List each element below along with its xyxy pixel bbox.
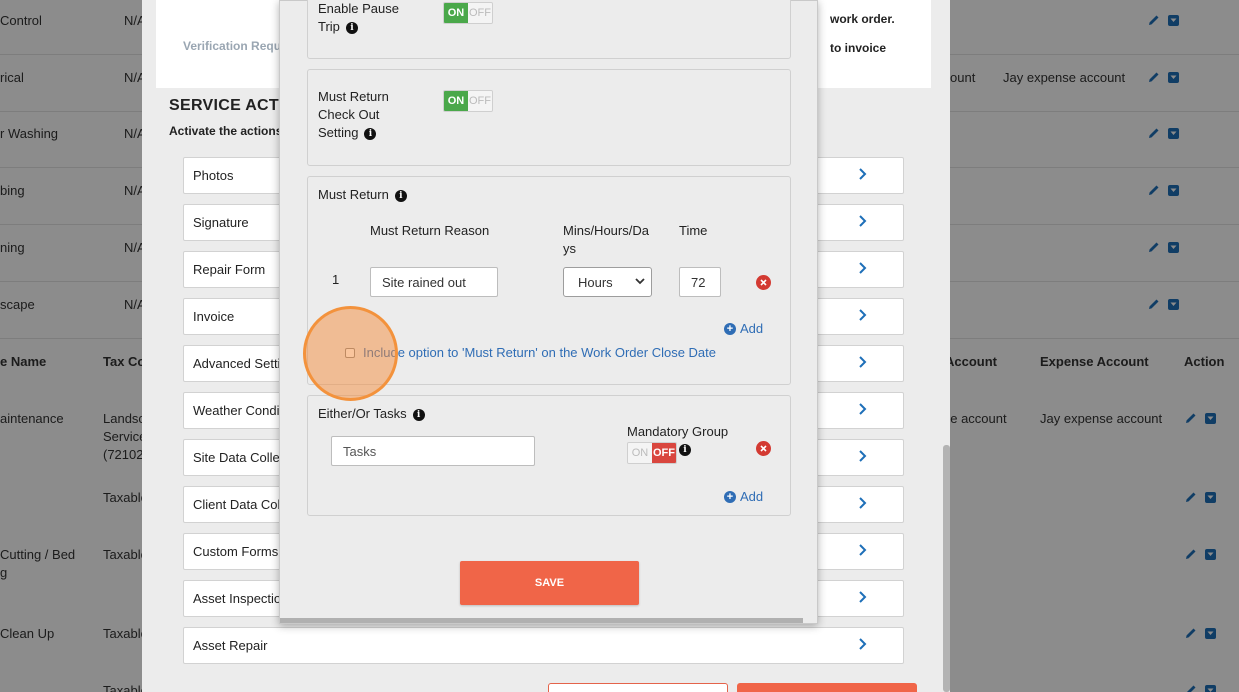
must-return-checkout-toggle[interactable]: ON OFF (443, 90, 493, 112)
save-button[interactable]: SAVE (460, 561, 639, 605)
service-action-label: Custom Forms (193, 544, 279, 559)
checkout-label-1: Must Return (318, 89, 389, 104)
checkout-label-2: Check Out (318, 107, 380, 122)
add-label: Add (740, 321, 764, 336)
col-reason-header: Must Return Reason (370, 223, 490, 238)
remove-row-icon[interactable] (756, 275, 771, 290)
info-icon[interactable]: i (679, 444, 691, 456)
service-action-item[interactable]: Asset Repair (183, 627, 904, 664)
remove-group-icon[interactable] (756, 441, 771, 456)
time-unit-value: Hours (578, 274, 613, 290)
chevron-right-icon (858, 402, 867, 419)
service-action-label: Photos (193, 168, 234, 183)
chevron-right-icon (858, 590, 867, 607)
chevron-right-icon (858, 308, 867, 325)
info-icon[interactable]: i (394, 189, 407, 202)
chevron-right-icon (858, 496, 867, 513)
chevron-right-icon (858, 355, 867, 372)
either-or-title: Either/Or Tasks (318, 406, 407, 421)
row-index: 1 (332, 272, 340, 287)
col-unit-header: Mins/Hours/Da (563, 223, 649, 238)
must-return-title: Must Return (318, 187, 389, 202)
chevron-down-icon (635, 278, 645, 285)
chevron-right-icon (858, 543, 867, 560)
toggle-off: OFF (652, 443, 676, 463)
add-label: Add (740, 489, 764, 504)
service-action-label: Advanced Setti (193, 356, 281, 371)
pause-trip-toggle[interactable]: ON OFF (443, 2, 493, 24)
service-action-label: Signature (193, 215, 249, 230)
click-indicator (303, 306, 398, 401)
col-time-header: Time (679, 223, 708, 238)
submit-button[interactable] (737, 683, 917, 692)
tasks-input[interactable] (331, 436, 535, 466)
info-icon[interactable]: i (412, 408, 425, 421)
toggle-on: ON (444, 3, 468, 23)
service-action-label: Client Data Coll (193, 497, 284, 512)
plus-circle-icon: + (724, 322, 736, 335)
chevron-right-icon (858, 637, 867, 654)
add-task-link[interactable]: + Add (724, 489, 763, 504)
time-unit-select[interactable]: Hours (563, 267, 652, 297)
service-action-label: Weather Condit (193, 403, 284, 418)
chevron-right-icon (858, 214, 867, 231)
chevron-right-icon (858, 167, 867, 184)
plus-circle-icon: + (724, 490, 736, 503)
pause-trip-panel: Enable Pause Trip i ON OFF (307, 0, 791, 59)
must-return-reason-input[interactable] (370, 267, 498, 297)
info-icon[interactable]: i (364, 127, 377, 140)
col-unit-header-2: ys (563, 241, 576, 256)
mandatory-group-toggle[interactable]: ON OFF (627, 442, 677, 464)
service-action-label: Invoice (193, 309, 235, 324)
verification-label: Verification Requir (183, 39, 290, 53)
service-action-label: Asset Inspectio (193, 591, 282, 606)
info-text-1: work order. (830, 12, 895, 26)
either-or-tasks-panel: Either/Or Tasksi Mandatory Group ON OFF … (307, 395, 791, 516)
chevron-right-icon (858, 261, 867, 278)
checkout-label-3: Setting (318, 125, 359, 140)
service-action-label: Asset Repair (193, 638, 268, 653)
info-icon[interactable]: i (345, 21, 358, 34)
pause-trip-label: Enable Pause (318, 1, 399, 16)
cancel-button[interactable] (548, 683, 728, 692)
must-return-close-date-label[interactable]: Include option to 'Must Return' on the W… (363, 345, 716, 360)
service-actions-title: SERVICE ACTIO (169, 97, 297, 114)
service-action-label: Repair Form (193, 262, 266, 277)
toggle-off: OFF (468, 91, 492, 111)
must-return-checkout-panel: Must Return Check Out Setting i ON OFF (307, 69, 791, 166)
pause-trip-label-2: Trip (318, 19, 340, 34)
service-action-label: Site Data Collec (193, 450, 287, 465)
toggle-on: ON (628, 443, 652, 463)
mandatory-group-label: Mandatory Group (627, 424, 729, 439)
info-text-2: to invoice (830, 41, 887, 55)
chevron-right-icon (858, 449, 867, 466)
modal-scrollbar[interactable] (943, 445, 950, 692)
service-actions-subtitle: Activate the actions (169, 124, 283, 138)
add-reason-link[interactable]: + Add (724, 321, 763, 336)
horizontal-scrollbar[interactable] (280, 618, 803, 623)
time-input[interactable] (679, 267, 721, 297)
toggle-off: OFF (468, 3, 492, 23)
toggle-on: ON (444, 91, 468, 111)
